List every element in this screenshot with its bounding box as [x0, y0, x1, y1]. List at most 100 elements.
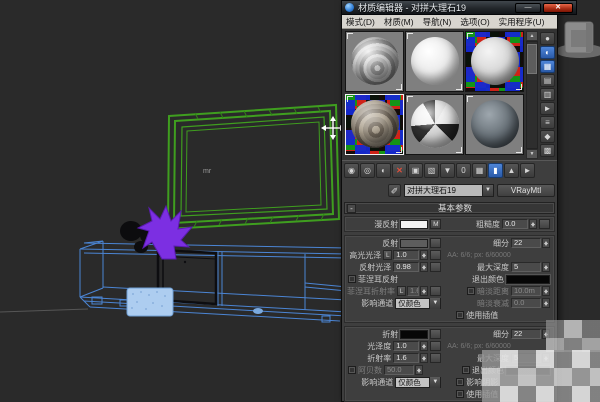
show-end-result-icon[interactable]: ▮	[488, 163, 503, 178]
refract-subdivs-field[interactable]: 22	[511, 329, 541, 339]
titlebar[interactable]: 材质编辑器 - 对拼大理石19 — ✕	[341, 0, 577, 15]
menu-utilities[interactable]: 实用程序(U)	[499, 16, 545, 28]
put-material-to-scene-icon[interactable]: ◎	[360, 163, 375, 178]
make-material-copy-icon[interactable]: ▣	[408, 163, 423, 178]
fresnel-checkbox[interactable]	[348, 275, 356, 283]
go-forward-sibling-icon[interactable]: ►	[520, 163, 535, 178]
dim-distance-spinner[interactable]	[542, 286, 550, 296]
minimize-button[interactable]: —	[515, 3, 541, 13]
make-preview-icon[interactable]: ►	[540, 102, 555, 115]
sample-uv-tiling-icon[interactable]: ▤	[540, 74, 555, 87]
backlight-icon[interactable]: ◐	[540, 46, 555, 59]
roughness-map-button[interactable]	[539, 219, 550, 229]
diffuse-map-button[interactable]: M	[430, 219, 441, 229]
close-button[interactable]: ✕	[543, 3, 573, 13]
select-by-material-icon[interactable]: ◆	[540, 130, 555, 143]
pick-material-eyedropper-icon[interactable]: ✐	[388, 184, 401, 197]
speaker-box[interactable]	[127, 288, 173, 316]
refract-gloss-spinner[interactable]	[420, 341, 428, 351]
ior-map-button[interactable]	[430, 353, 441, 363]
dropdown-arrow-icon[interactable]: ▼	[429, 298, 440, 309]
background-checker-icon[interactable]: ▦	[540, 60, 555, 73]
hilight-lock-button[interactable]: L	[383, 250, 392, 260]
assign-material-to-selection-icon[interactable]: ◐	[376, 163, 391, 178]
abbe-checkbox[interactable]	[348, 366, 356, 374]
fresnel-ior-lock-button[interactable]: L	[397, 286, 406, 296]
reflect-use-interpolation-checkbox[interactable]	[456, 311, 464, 319]
get-material-icon[interactable]: ◉	[344, 163, 359, 178]
sample-slot-3[interactable]	[465, 31, 524, 92]
refract-map-button[interactable]	[430, 329, 441, 339]
fresnel-ior-field[interactable]: 1.6	[407, 286, 419, 296]
affect-shadows-checkbox[interactable]	[456, 378, 464, 386]
reflect-gloss-field[interactable]: 0.98	[393, 262, 419, 272]
go-to-parent-icon[interactable]: ▲	[504, 163, 519, 178]
material-name-dropdown[interactable]: 对拼大理石19 ▼	[404, 184, 494, 197]
refract-gloss-field[interactable]: 1.0	[393, 341, 419, 351]
roughness-spinner[interactable]	[529, 219, 537, 229]
sample-slot-5[interactable]	[405, 94, 464, 155]
roughness-field[interactable]: 0.0	[502, 219, 528, 229]
refract-affect-channels-label: 影响通道	[361, 377, 393, 388]
reflect-color-swatch[interactable]	[400, 239, 428, 248]
hilight-gloss-spinner[interactable]	[420, 250, 428, 260]
dropdown-arrow-icon[interactable]: ▼	[482, 185, 493, 196]
sample-type-sphere-icon[interactable]: ●	[540, 32, 555, 45]
video-color-check-icon[interactable]: ▥	[540, 88, 555, 101]
ior-spinner[interactable]	[420, 353, 428, 363]
refract-exit-color-checkbox[interactable]	[462, 366, 470, 374]
slot-scroll-up-icon[interactable]: ▲	[526, 31, 538, 41]
sample-slot-1[interactable]	[345, 31, 404, 92]
reflect-subdivs-field[interactable]: 22	[511, 238, 541, 248]
fresnel-ior-map-button[interactable]	[430, 286, 441, 296]
dropdown-arrow-icon[interactable]: ▼	[429, 377, 440, 388]
reflect-exit-color-swatch[interactable]	[506, 275, 550, 284]
refract-gloss-map-button[interactable]	[430, 341, 441, 351]
make-unique-icon[interactable]: ▧	[424, 163, 439, 178]
dim-distance-field[interactable]: 10.0m	[511, 286, 541, 296]
reflect-map-button[interactable]	[430, 238, 441, 248]
rollout-collapse-icon[interactable]: -	[347, 204, 356, 213]
abbe-spinner[interactable]	[415, 365, 423, 375]
reflect-gloss-map-button[interactable]	[430, 262, 441, 272]
slot-scroll-thumb[interactable]	[527, 44, 537, 74]
material-map-navigator-icon[interactable]: ▩	[540, 144, 555, 157]
menu-material[interactable]: 材质(M)	[384, 16, 414, 28]
sample-slot-6[interactable]	[465, 94, 524, 155]
refract-affect-channels-dropdown[interactable]: 仅颜色 ▼	[395, 377, 441, 388]
refract-label: 折射	[382, 329, 398, 340]
ior-field[interactable]: 1.6	[393, 353, 419, 363]
sample-slot-2[interactable]	[405, 31, 464, 92]
viewcube-object[interactable]	[555, 22, 600, 58]
slot-scroll-track[interactable]	[526, 41, 538, 149]
dim-falloff-spinner[interactable]	[542, 298, 550, 308]
fresnel-ior-spinner[interactable]	[420, 286, 428, 296]
sample-slot-4-selected[interactable]	[345, 94, 404, 155]
show-map-in-viewport-icon[interactable]: ▦	[472, 163, 487, 178]
menu-mode[interactable]: 模式(D)	[346, 16, 375, 28]
rollout-basic-parameters[interactable]: - 基本参数	[344, 202, 555, 214]
options-icon[interactable]: ≡	[540, 116, 555, 129]
menu-navigation[interactable]: 导航(N)	[423, 16, 452, 28]
material-type-button[interactable]: VRayMtl	[497, 184, 555, 197]
reflect-gloss-spinner[interactable]	[420, 262, 428, 272]
menu-options[interactable]: 选项(O)	[460, 16, 489, 28]
refract-color-swatch[interactable]	[400, 330, 428, 339]
reflect-subdivs-spinner[interactable]	[542, 238, 550, 248]
reset-map-icon[interactable]: ✕	[392, 163, 407, 178]
hilight-gloss-field[interactable]: 1.0	[393, 250, 419, 260]
screenshot-stage: mr	[0, 0, 600, 402]
reflect-max-depth-spinner[interactable]	[542, 262, 550, 272]
dim-falloff-field[interactable]: 0.0	[511, 298, 541, 308]
dim-distance-checkbox[interactable]	[467, 287, 475, 295]
refract-use-interpolation-checkbox[interactable]	[456, 390, 464, 398]
slot-scroll-down-icon[interactable]: ▼	[526, 149, 538, 159]
put-to-library-icon[interactable]: ▼	[440, 163, 455, 178]
abbe-field[interactable]: 50.0	[384, 365, 414, 375]
reflect-affect-channels-dropdown[interactable]: 仅颜色 ▼	[395, 298, 441, 309]
green-frame-wireframe[interactable]	[168, 105, 339, 229]
diffuse-color-swatch[interactable]	[400, 220, 428, 229]
hilight-gloss-map-button[interactable]	[430, 250, 441, 260]
reflect-max-depth-field[interactable]: 5	[511, 262, 541, 272]
material-id-channel-icon[interactable]: 0	[456, 163, 471, 178]
